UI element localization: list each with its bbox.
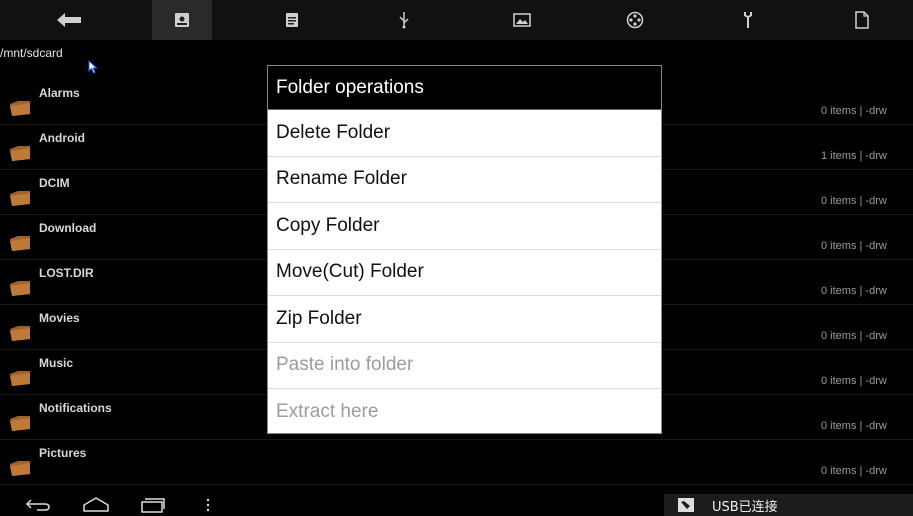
folder-meta: 0 items | -drw — [821, 330, 887, 342]
usb-connected-icon — [678, 498, 694, 512]
folder-meta: 0 items | -drw — [821, 420, 887, 432]
back-button[interactable] — [40, 0, 100, 40]
menu-icon — [206, 498, 210, 512]
folder-name: Movies — [39, 311, 80, 325]
nav-menu-button[interactable] — [196, 494, 220, 516]
folder-meta: 0 items | -drw — [821, 195, 887, 207]
folder-name: LOST.DIR — [39, 266, 94, 280]
toolbar — [0, 0, 913, 40]
folder-icon — [10, 326, 30, 341]
folder-meta: 0 items | -drw — [821, 240, 887, 252]
picture-icon — [513, 13, 531, 27]
folder-meta: 0 items | -drw — [821, 465, 887, 477]
documents-tab[interactable] — [262, 0, 322, 40]
usb-notification-text: USB已连接 — [712, 499, 778, 515]
folder-name: Notifications — [39, 401, 112, 415]
file-icon — [855, 11, 869, 29]
copy-folder-option[interactable]: Copy Folder — [268, 203, 661, 250]
folder-icon — [10, 281, 30, 296]
folder-meta: 0 items | -drw — [821, 105, 887, 117]
usb-icon — [399, 12, 409, 29]
folder-icon — [10, 101, 30, 116]
folder-name: Music — [39, 356, 74, 370]
film-reel-icon — [626, 11, 644, 29]
folder-icon — [10, 236, 30, 251]
usb-tab[interactable] — [374, 0, 434, 40]
dialog-title: Folder operations — [268, 66, 661, 110]
current-path: /mnt/sdcard — [0, 46, 63, 60]
folder-operations-dialog: Folder operations Delete Folder Rename F… — [267, 65, 662, 434]
pictures-tab[interactable] — [492, 0, 552, 40]
recent-apps-icon — [141, 498, 165, 513]
back-arrow-icon — [57, 13, 81, 27]
folder-meta: 0 items | -drw — [821, 285, 887, 297]
folder-name: DCIM — [39, 176, 70, 190]
nav-back-button[interactable] — [20, 494, 56, 516]
extract-here-option: Extract here — [276, 401, 379, 423]
wrench-icon — [744, 12, 752, 28]
move-cut-folder-option[interactable]: Move(Cut) Folder — [268, 250, 661, 296]
folder-icon — [10, 416, 30, 431]
folder-name: Alarms — [39, 86, 80, 100]
zip-folder-option[interactable]: Zip Folder — [268, 296, 661, 343]
back-icon — [25, 499, 50, 511]
folder-meta: 0 items | -drw — [821, 375, 887, 387]
folder-icon — [10, 191, 30, 206]
delete-folder-option[interactable]: Delete Folder — [268, 110, 661, 157]
home-icon — [83, 497, 109, 512]
mouse-pointer-icon — [88, 60, 98, 74]
sdcard-tab[interactable] — [152, 0, 212, 40]
folder-name: Download — [39, 221, 97, 235]
folder-name: Pictures — [39, 446, 87, 460]
video-tab[interactable] — [605, 0, 665, 40]
paste-into-folder-option: Paste into folder — [268, 343, 661, 389]
new-file-tab[interactable] — [832, 0, 892, 40]
sdcard-icon — [175, 13, 189, 27]
tools-tab[interactable] — [718, 0, 778, 40]
folder-name: Android — [39, 131, 85, 145]
folder-icon — [10, 461, 30, 476]
folder-icon — [10, 146, 30, 161]
folder-icon — [10, 371, 30, 386]
nav-recent-button[interactable] — [135, 494, 171, 516]
nav-home-button[interactable] — [78, 494, 114, 516]
folder-meta: 1 items | -drw — [821, 150, 887, 162]
folder-row-pictures[interactable]: Pictures 0 items | -drw — [0, 440, 913, 485]
document-icon — [286, 13, 298, 27]
rename-folder-option[interactable]: Rename Folder — [268, 157, 661, 203]
usb-notification[interactable]: USB已连接 — [664, 494, 913, 516]
